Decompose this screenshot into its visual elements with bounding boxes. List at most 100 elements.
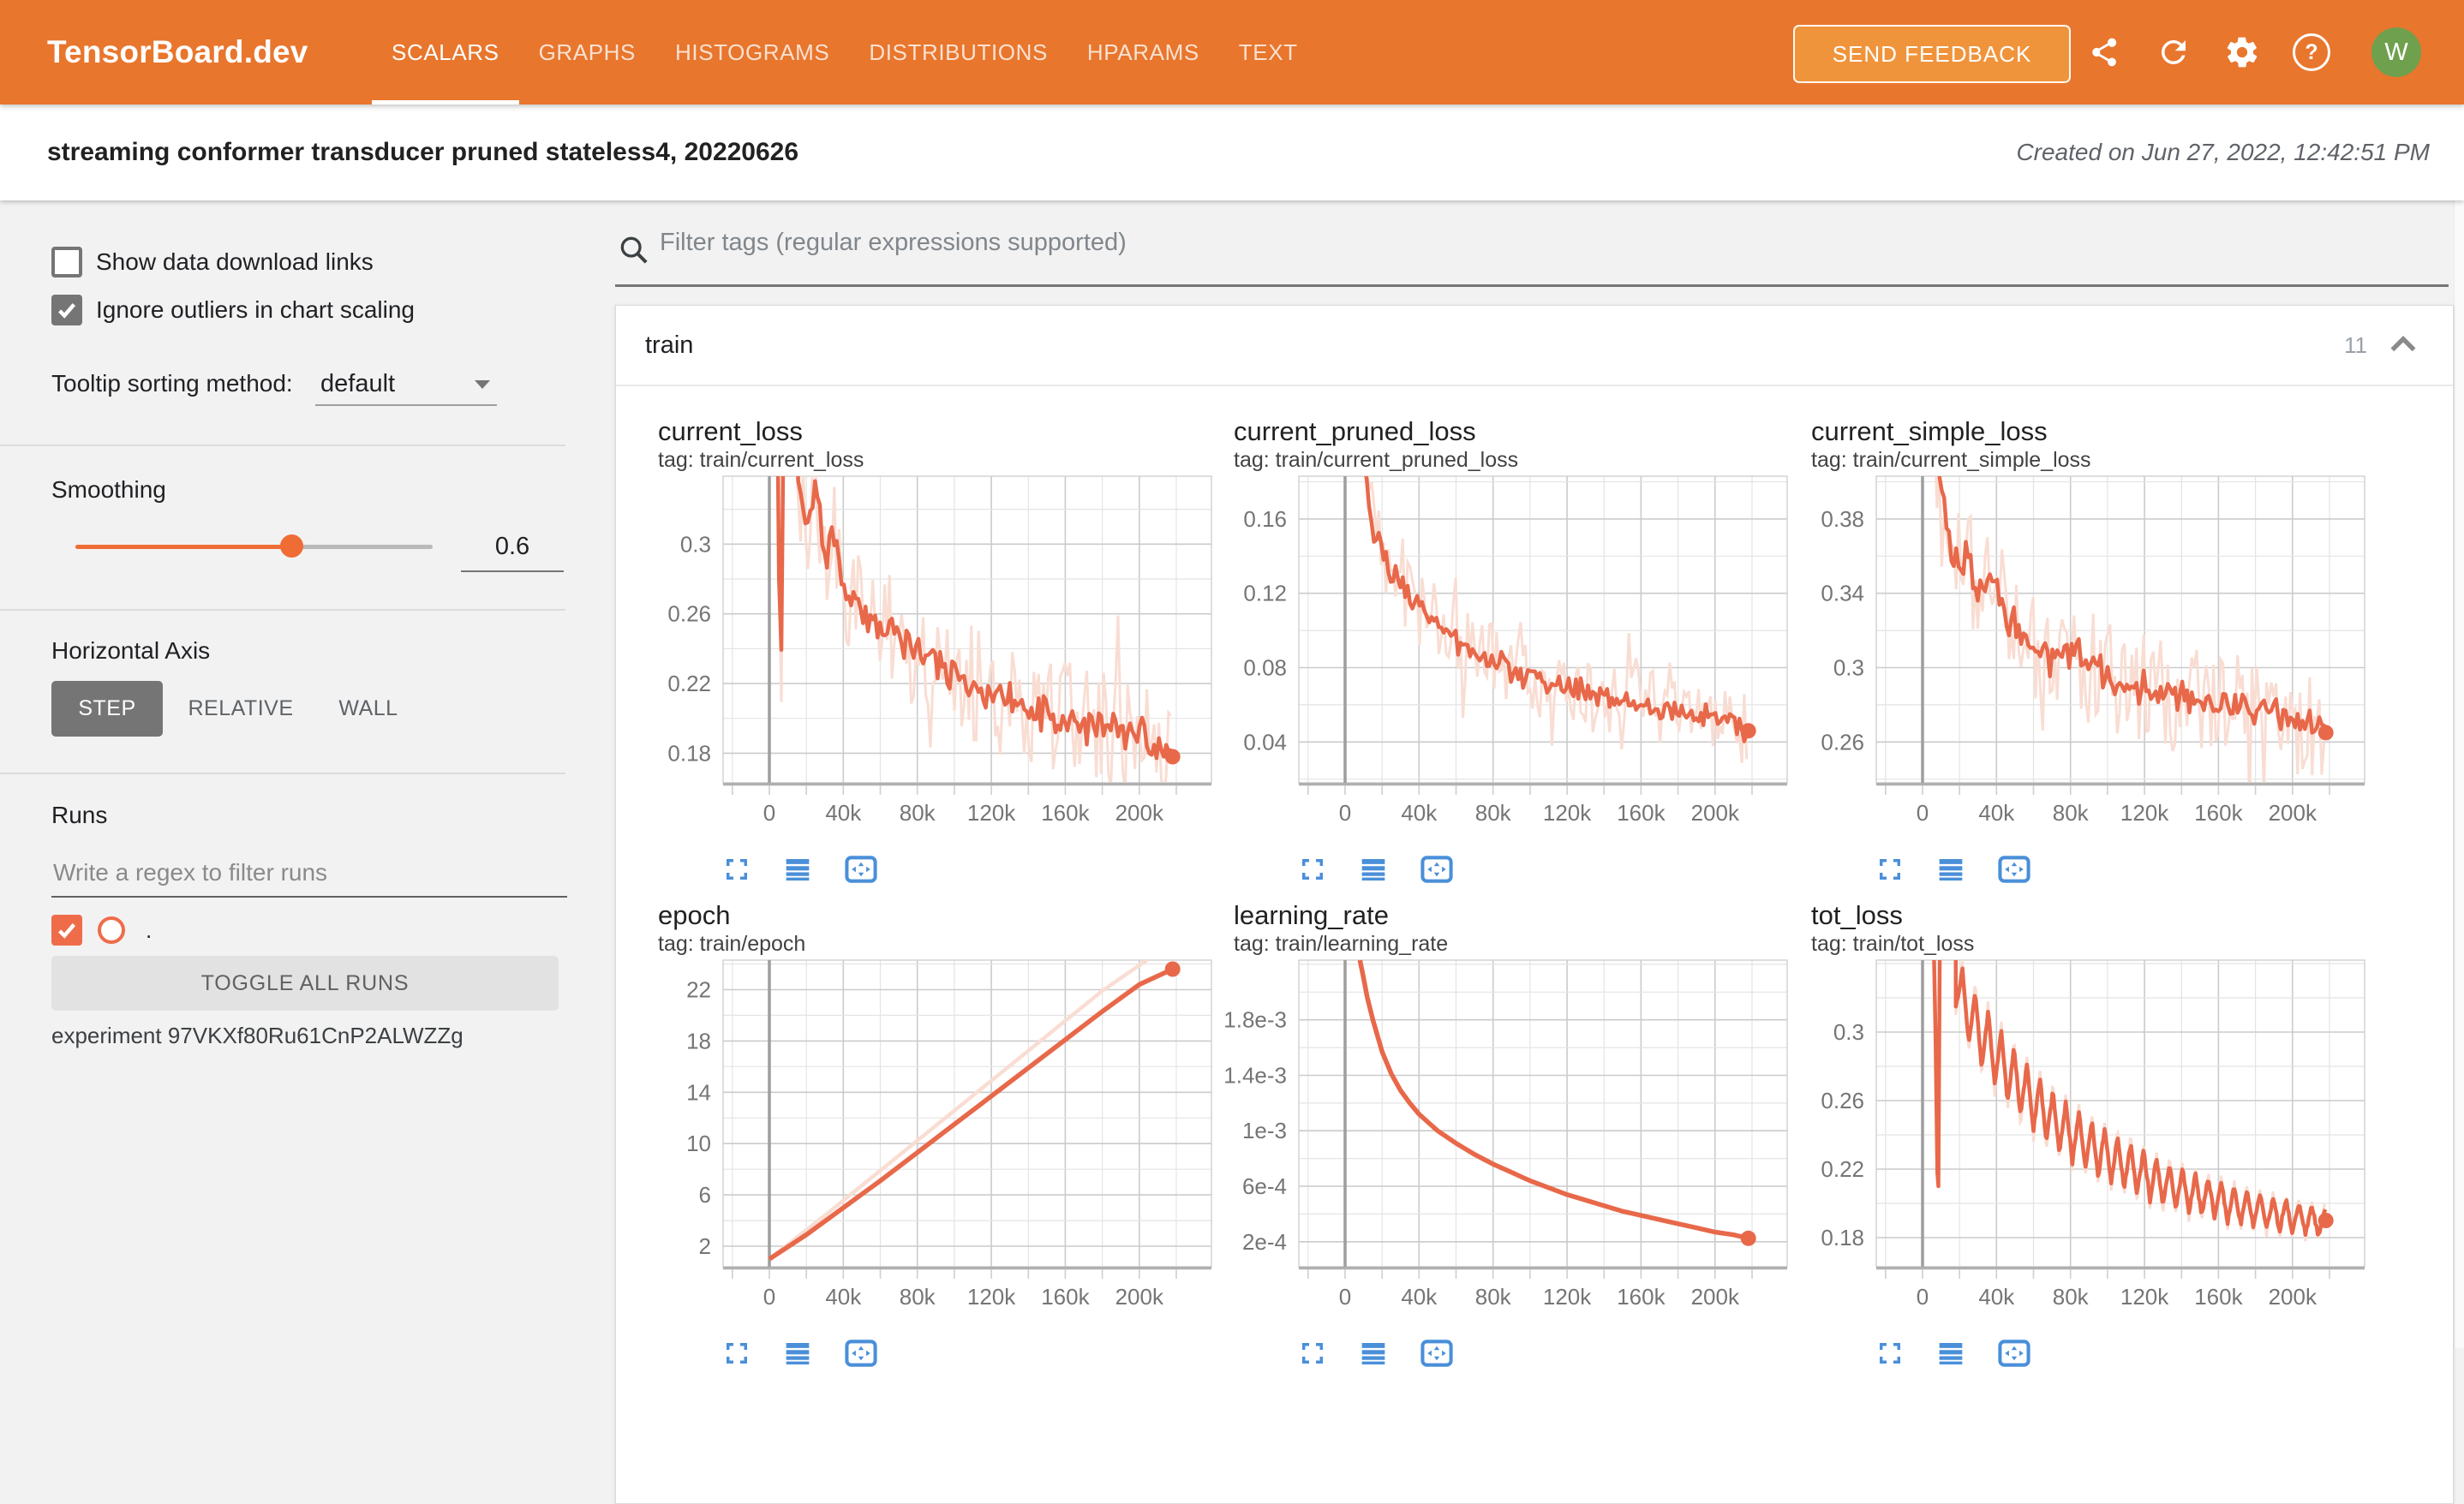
svg-text:0.34: 0.34 [1821, 581, 1864, 606]
tab-graphs[interactable]: GRAPHS [519, 0, 655, 104]
fit-domain-icon[interactable] [1998, 856, 2030, 883]
svg-text:2e-4: 2e-4 [1242, 1229, 1287, 1255]
expand-chart-icon[interactable] [1876, 856, 1904, 883]
svg-text:80k: 80k [2053, 800, 2090, 826]
runs-selector-icon[interactable] [1936, 1340, 1965, 1367]
train-section-header[interactable]: train 11 [616, 306, 2453, 386]
chart-title: current_pruned_loss [1234, 416, 1789, 447]
chart-plot[interactable]: 040k80k120k160k200k0.040.080.120.16 [1213, 474, 1789, 845]
chart-tag: tag: train/current_loss [658, 447, 1213, 473]
chart-plot[interactable]: 040k80k120k160k200k2610141822 [637, 958, 1213, 1328]
runs-selector-icon[interactable] [783, 1340, 812, 1367]
svg-text:40k: 40k [825, 1284, 862, 1310]
fit-domain-icon[interactable] [1420, 856, 1453, 883]
runs-selector-icon[interactable] [783, 856, 812, 883]
checkmark-icon [56, 299, 78, 321]
axis-step-button[interactable]: STEP [51, 681, 163, 737]
chart-tag: tag: train/current_pruned_loss [1234, 447, 1789, 473]
svg-text:200k: 200k [2269, 800, 2317, 826]
svg-text:2: 2 [699, 1233, 711, 1259]
settings-gear-icon[interactable] [2223, 33, 2261, 71]
axis-wall-button[interactable]: WALL [319, 681, 418, 737]
chart-tag: tag: train/current_simple_loss [1811, 447, 2366, 473]
chart-title: current_simple_loss [1811, 416, 2366, 447]
svg-text:0: 0 [1339, 800, 1351, 826]
chart-toolbar [723, 856, 1213, 883]
svg-text:0.18: 0.18 [1821, 1225, 1864, 1250]
svg-text:160k: 160k [1617, 1284, 1666, 1310]
svg-text:0.3: 0.3 [1833, 655, 1864, 681]
smoothing-slider[interactable] [75, 545, 433, 549]
tab-scalars[interactable]: SCALARS [372, 0, 519, 104]
filter-tags-input[interactable] [658, 228, 2426, 258]
svg-text:1.8e-3: 1.8e-3 [1223, 1007, 1287, 1033]
smoothing-label: Smoothing [51, 476, 166, 504]
section-name: train [645, 306, 693, 385]
expand-chart-icon[interactable] [1299, 1340, 1326, 1367]
toggle-all-runs-button[interactable]: TOGGLE ALL RUNS [51, 956, 559, 1011]
runs-filter-input[interactable] [51, 850, 567, 898]
smoothing-slider-thumb[interactable] [280, 534, 303, 558]
expand-chart-icon[interactable] [723, 856, 751, 883]
fit-domain-icon[interactable] [1420, 1340, 1453, 1367]
svg-text:40k: 40k [825, 800, 862, 826]
run-checkbox[interactable] [51, 915, 82, 946]
fit-domain-icon[interactable] [1998, 1340, 2030, 1367]
runs-selector-icon[interactable] [1359, 856, 1388, 883]
help-question-glyph: ? [2293, 33, 2330, 71]
tab-text[interactable]: TEXT [1219, 0, 1318, 104]
smoothing-value[interactable]: 0.6 [461, 533, 564, 561]
svg-text:6e-4: 6e-4 [1242, 1173, 1287, 1199]
expand-chart-icon[interactable] [1299, 856, 1326, 883]
svg-text:18: 18 [686, 1028, 711, 1053]
svg-text:0.12: 0.12 [1243, 581, 1287, 606]
axis-relative-button[interactable]: RELATIVE [176, 681, 305, 737]
chart-title: learning_rate [1234, 900, 1789, 931]
svg-text:0.26: 0.26 [1821, 1088, 1864, 1113]
fit-domain-icon[interactable] [845, 856, 877, 883]
chart-plot[interactable]: 040k80k120k160k200k0.260.30.340.38 [1791, 474, 2366, 845]
horizontal-axis-label: Horizontal Axis [51, 637, 210, 665]
ignore-outliers-row: Ignore outliers in chart scaling [51, 295, 415, 325]
refresh-icon[interactable] [2155, 33, 2192, 71]
tab-histograms[interactable]: HISTOGRAMS [655, 0, 849, 104]
svg-text:200k: 200k [1691, 1284, 1740, 1310]
tooltip-sorting-select[interactable]: default [315, 363, 497, 406]
share-icon[interactable] [2084, 33, 2122, 71]
run-color-swatch[interactable] [98, 916, 125, 944]
filter-tags-field [615, 221, 2449, 287]
tab-distributions[interactable]: DISTRIBUTIONS [849, 0, 1068, 104]
sidebar-divider [0, 445, 565, 446]
chart-plot[interactable]: 040k80k120k160k200k0.180.220.260.3 [1791, 958, 2366, 1328]
svg-text:0.18: 0.18 [667, 740, 711, 766]
scrollbar-track[interactable] [2454, 200, 2464, 1348]
section-chart-count: 11 [2344, 306, 2367, 385]
expand-chart-icon[interactable] [1876, 1340, 1904, 1367]
svg-text:120k: 120k [2120, 800, 2169, 826]
svg-text:0: 0 [1917, 800, 1929, 826]
collapse-chevron-icon[interactable] [2388, 330, 2419, 361]
show-download-links-row: Show data download links [51, 247, 374, 278]
svg-text:200k: 200k [1115, 800, 1164, 826]
svg-text:0.22: 0.22 [1821, 1156, 1864, 1182]
chart-toolbar [1299, 856, 1789, 883]
runs-selector-icon[interactable] [1359, 1340, 1388, 1367]
created-on-timestamp: Created on Jun 27, 2022, 12:42:51 PM [2016, 104, 2430, 200]
svg-text:1.4e-3: 1.4e-3 [1223, 1063, 1287, 1089]
chart-plot[interactable]: 040k80k120k160k200k0.180.220.260.3 [637, 474, 1213, 845]
fit-domain-icon[interactable] [845, 1340, 877, 1367]
runs-selector-icon[interactable] [1936, 856, 1965, 883]
chart-plot[interactable]: 040k80k120k160k200k2e-46e-41e-31.4e-31.8… [1213, 958, 1789, 1328]
chevron-down-icon [475, 380, 490, 389]
svg-text:40k: 40k [1978, 800, 2015, 826]
send-feedback-button[interactable]: SEND FEEDBACK [1793, 25, 2071, 83]
tab-hparams[interactable]: HPARAMS [1068, 0, 1219, 104]
help-icon[interactable]: ? [2293, 33, 2330, 71]
ignore-outliers-label: Ignore outliers in chart scaling [96, 296, 415, 324]
expand-chart-icon[interactable] [723, 1340, 751, 1367]
svg-text:160k: 160k [1041, 800, 1090, 826]
ignore-outliers-checkbox[interactable] [51, 295, 82, 325]
avatar[interactable]: W [2371, 27, 2421, 77]
show-download-links-checkbox[interactable] [51, 247, 82, 278]
chart-card-current_simple_loss: current_simple_losstag: train/current_si… [1791, 416, 2366, 883]
